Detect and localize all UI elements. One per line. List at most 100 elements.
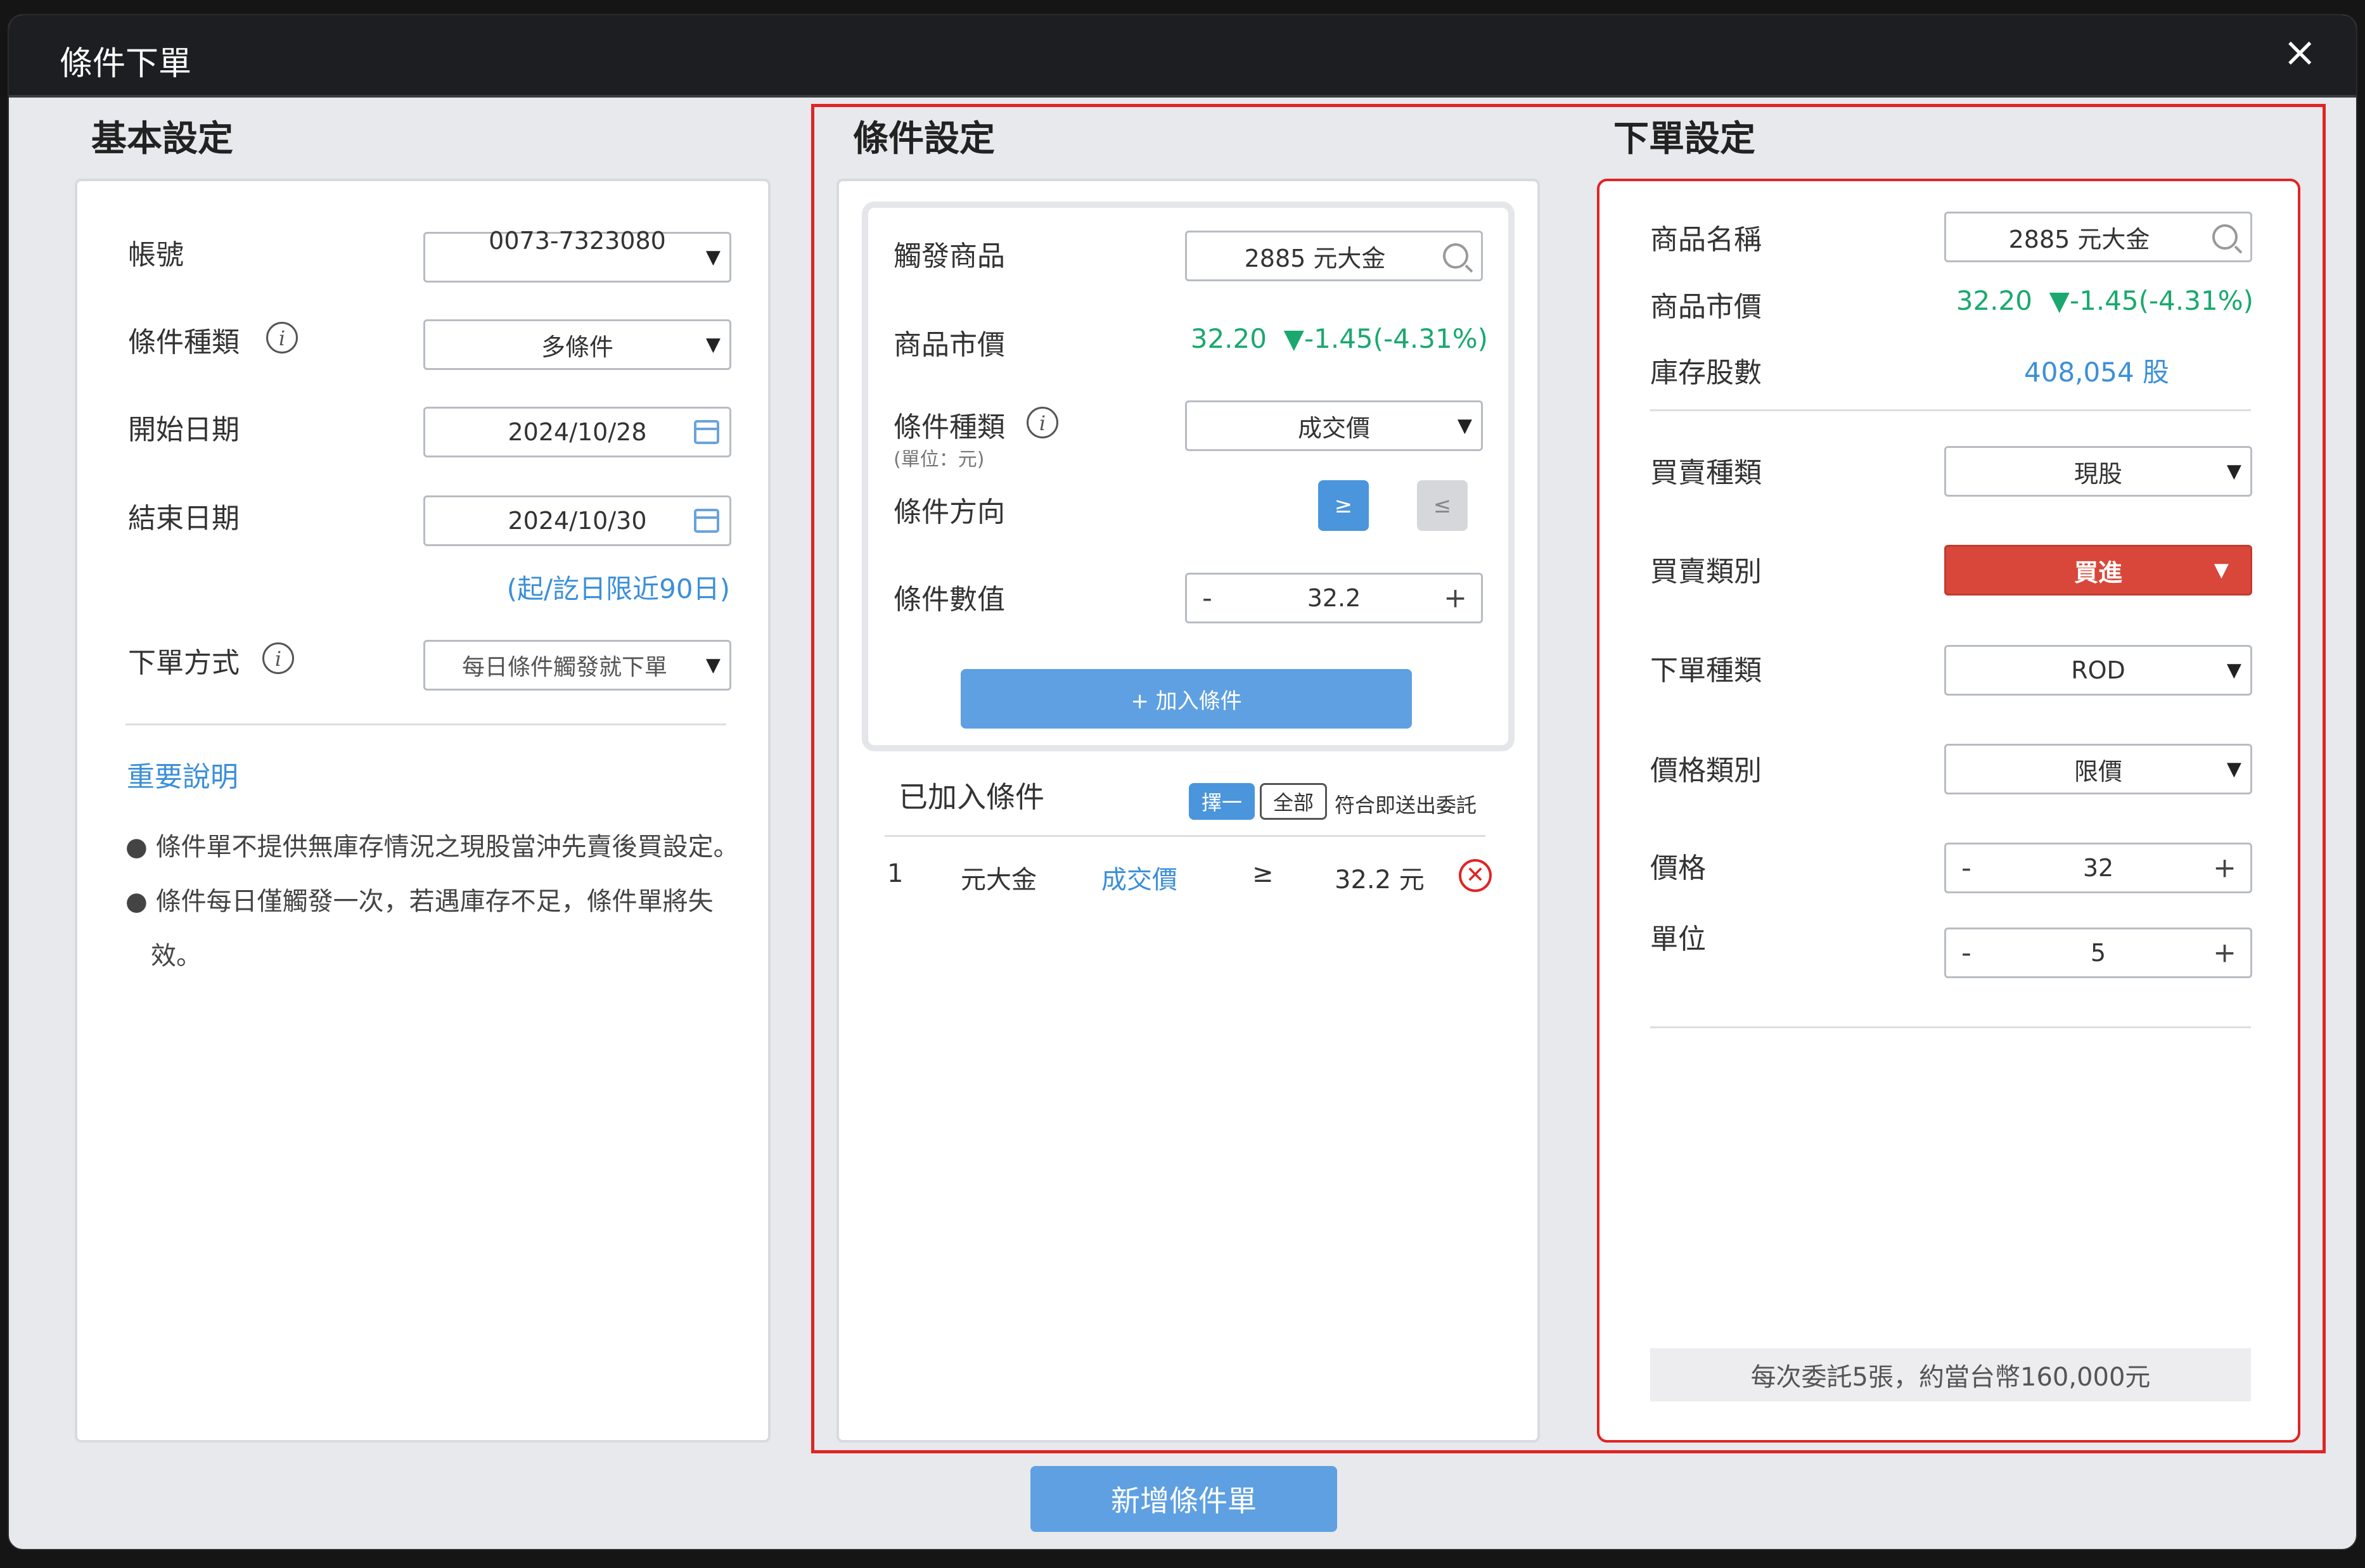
condition-kind-select[interactable]: 成交價 ▼ (1185, 400, 1483, 451)
calendar-icon[interactable] (694, 509, 719, 533)
price-change-value: ▼-1.45(-4.31%) (1283, 323, 1488, 354)
market-price-quote: 32.20 ▼-1.45(-4.31%) (1956, 285, 2253, 316)
trigger-product-value: 2885 元大金 (1244, 244, 1386, 272)
close-icon[interactable]: × (2283, 29, 2317, 76)
product-name-label: 商品名稱 (1650, 224, 1762, 256)
unit-value: 5 (2090, 939, 2106, 967)
price-type-label: 價格類別 (1650, 755, 1762, 787)
info-icon[interactable]: i (1027, 407, 1058, 438)
mode-any-button[interactable]: 擇一 (1189, 783, 1255, 820)
buy-sell-select[interactable]: 買進 ▼ (1944, 545, 2252, 596)
inventory-label: 庫存股數 (1650, 357, 1762, 389)
account-label: 帳號 (128, 239, 184, 271)
order-settings-card: 商品名稱 2885 元大金 商品市價 32.20 ▼-1.45(-4.31%) … (1597, 179, 2300, 1443)
condition-type-select[interactable]: 多條件 ▼ (423, 319, 731, 370)
condition-type-label: 條件種類 (128, 326, 240, 359)
end-date-label: 結束日期 (128, 502, 240, 535)
chevron-down-icon: ▼ (2226, 758, 2241, 781)
dialog-title: 條件下單 (60, 45, 192, 83)
market-price-value: 32.20 (1190, 323, 1267, 354)
start-date-input[interactable]: 2024/10/28 (423, 407, 731, 457)
buy-sell-value: 買進 (2073, 558, 2122, 587)
notes-list: ● 條件單不提供無庫存情況之現股當沖先賣後買設定。 ● 條件每日僅觸發一次，若遇… (125, 820, 747, 983)
condition-settings-card: 觸發商品 2885 元大金 商品市價 32.20 ▼-1.45(-4.31%) … (836, 179, 1540, 1443)
chevron-down-icon: ▼ (2226, 460, 2241, 483)
trade-type-value: 現股 (2073, 459, 2122, 488)
condition-value-stepper[interactable]: - 32.2 + (1185, 573, 1483, 623)
account-value: 0073-7323080 (489, 227, 666, 255)
chevron-down-icon: ▼ (705, 333, 721, 356)
market-price-label: 商品市價 (1650, 291, 1762, 323)
search-icon[interactable] (2212, 224, 2238, 250)
calendar-icon[interactable] (694, 420, 719, 444)
minus-button[interactable]: - (1202, 582, 1212, 615)
search-icon[interactable] (1443, 243, 1468, 269)
important-notes-link[interactable]: 重要說明 (127, 754, 238, 794)
delete-condition-icon[interactable]: ✕ (1459, 859, 1492, 892)
limit-price-stepper[interactable]: - 32 + (1944, 843, 2252, 893)
trigger-product-label: 觸發商品 (894, 240, 1005, 272)
order-mode-value: 每日條件觸發就下單 (461, 654, 667, 680)
direction-le-button[interactable]: ≤ (1417, 480, 1468, 531)
order-type-value: ROD (2071, 656, 2125, 684)
order-mode-select[interactable]: 每日條件觸發就下單 ▼ (423, 640, 731, 691)
divider (1650, 1026, 2251, 1028)
row-operator: ≥ (1252, 859, 1274, 888)
create-conditional-order-button[interactable]: 新增條件單 (1030, 1466, 1337, 1532)
info-icon[interactable]: i (266, 322, 298, 354)
note-item: ● 條件單不提供無庫存情況之現股當沖先賣後買設定。 (125, 832, 739, 862)
trigger-product-input[interactable]: 2885 元大金 (1185, 231, 1483, 281)
chevron-down-icon: ▼ (1457, 414, 1472, 437)
condition-direction-label: 條件方向 (894, 496, 1005, 528)
row-index: 1 (887, 859, 904, 888)
order-summary: 每次委託5張，約當台幣160,000元 (1650, 1348, 2251, 1401)
start-date-label: 開始日期 (128, 414, 240, 446)
condition-input-panel: 觸發商品 2885 元大金 商品市價 32.20 ▼-1.45(-4.31%) … (862, 201, 1515, 751)
order-type-label: 下單種類 (1650, 654, 1762, 687)
chevron-down-icon: ▼ (2226, 659, 2241, 682)
end-date-input[interactable]: 2024/10/30 (423, 495, 731, 546)
price-change-value: ▼-1.45(-4.31%) (2049, 285, 2253, 316)
limit-price-label: 價格 (1650, 852, 1706, 884)
unit-stepper[interactable]: - 5 + (1944, 927, 2252, 978)
condition-value: 32.2 (1307, 584, 1361, 612)
condition-value-label: 條件數值 (894, 583, 1005, 616)
plus-button[interactable]: + (1444, 582, 1467, 615)
product-name-input[interactable]: 2885 元大金 (1944, 212, 2252, 262)
market-price-value: 32.20 (1956, 285, 2032, 316)
add-condition-button[interactable]: + 加入條件 (961, 669, 1412, 729)
order-type-select[interactable]: ROD ▼ (1944, 645, 2252, 696)
order-settings-title: 下單設定 (1613, 118, 1755, 160)
minus-button[interactable]: - (1961, 852, 1971, 884)
mode-all-button[interactable]: 全部 (1260, 783, 1327, 820)
plus-button[interactable]: + (2213, 852, 2236, 884)
plus-button[interactable]: + (2213, 937, 2236, 969)
condition-settings-title: 條件設定 (853, 118, 995, 160)
row-product: 元大金 (961, 865, 1037, 895)
trade-type-select[interactable]: 現股 ▼ (1944, 446, 2252, 497)
start-date-value: 2024/10/28 (508, 418, 647, 446)
minus-button[interactable]: - (1961, 937, 1971, 969)
account-select[interactable]: 0073-7323080 ▼ (423, 227, 731, 283)
date-limit-note: (起/訖日限近90日) (506, 573, 730, 604)
basic-settings-title: 基本設定 (91, 118, 233, 160)
end-date-value: 2024/10/30 (508, 507, 647, 535)
row-condition-kind[interactable]: 成交價 (1101, 859, 1177, 896)
order-mode-label: 下單方式 (128, 647, 240, 679)
inventory-value: 408,054 股 (2024, 357, 2170, 388)
chevron-down-icon: ▼ (705, 246, 721, 269)
condition-kind-label: 條件種類 (894, 411, 1005, 443)
note-item: ● 條件每日僅觸發一次，若遇庫存不足，條件單將失 (125, 887, 714, 916)
conditional-order-dialog: 條件下單 × 基本設定 帳號 0073-7323080 ▼ 條件種類 i 多條件… (8, 14, 2357, 1550)
chevron-down-icon: ▼ (2214, 559, 2229, 582)
unit-label: 單位 (1650, 923, 1706, 955)
price-type-value: 限價 (2073, 757, 2122, 786)
note-item-continued: 效。 (151, 941, 202, 971)
limit-price-value: 32 (2082, 854, 2114, 882)
direction-ge-button[interactable]: ≥ (1318, 480, 1369, 531)
table-row: 1 元大金 成交價 ≥ 32.2 元 ✕ (885, 859, 1493, 910)
market-price-quote: 32.20 ▼-1.45(-4.31%) (1191, 323, 1488, 354)
product-name-value: 2885 元大金 (2008, 225, 2150, 253)
price-type-select[interactable]: 限價 ▼ (1944, 744, 2252, 794)
info-icon[interactable]: i (262, 642, 294, 674)
